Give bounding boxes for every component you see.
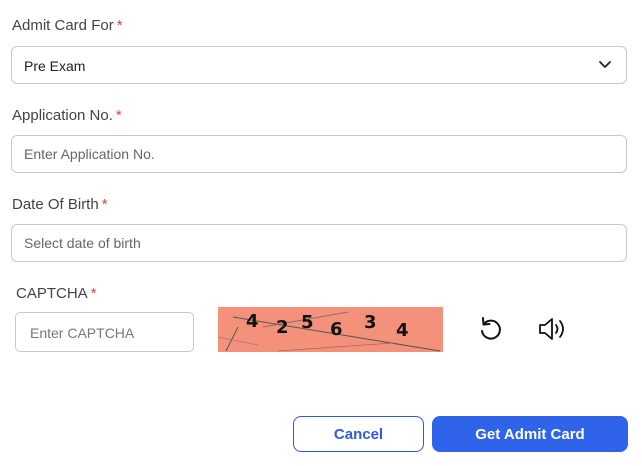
captcha-label: CAPTCHA * — [16, 285, 97, 302]
captcha-digit: 3 — [364, 312, 377, 333]
required-mark: * — [116, 17, 123, 34]
captcha-field-wrapper — [15, 312, 194, 353]
captcha-label-text: CAPTCHA — [16, 285, 88, 302]
admit-card-for-selected-value: Pre Exam — [24, 58, 86, 74]
captcha-image: 425634 — [218, 307, 443, 352]
captcha-digit: 4 — [396, 320, 409, 341]
required-mark: * — [90, 285, 97, 302]
audio-captcha-button[interactable] — [536, 313, 570, 345]
application-no-label-text: Application No. — [12, 107, 113, 124]
cancel-button[interactable]: Cancel — [293, 416, 424, 452]
required-mark: * — [115, 107, 122, 124]
captcha-digit: 5 — [301, 312, 314, 333]
dob-field-wrapper — [11, 224, 627, 262]
admit-card-for-label-text: Admit Card For — [12, 17, 114, 34]
get-admit-card-button[interactable]: Get Admit Card — [432, 416, 628, 452]
application-no-field-wrapper — [11, 135, 627, 173]
application-no-label: Application No. * — [12, 107, 122, 124]
speaker-icon — [539, 318, 564, 340]
captcha-input[interactable] — [28, 313, 182, 353]
admit-card-for-label: Admit Card For * — [12, 17, 123, 34]
required-mark: * — [101, 196, 108, 213]
captcha-digit: 6 — [330, 319, 343, 340]
captcha-digit: 2 — [276, 317, 289, 338]
dob-input[interactable] — [24, 225, 584, 261]
refresh-captcha-button[interactable] — [474, 313, 506, 345]
chevron-down-icon — [599, 61, 611, 68]
captcha-digit: 4 — [246, 311, 259, 332]
application-no-input[interactable] — [24, 136, 584, 172]
admit-card-for-select[interactable]: Pre Exam — [11, 46, 627, 84]
dob-label: Date Of Birth * — [12, 196, 108, 213]
refresh-icon — [481, 317, 501, 340]
dob-label-text: Date Of Birth — [12, 196, 99, 213]
